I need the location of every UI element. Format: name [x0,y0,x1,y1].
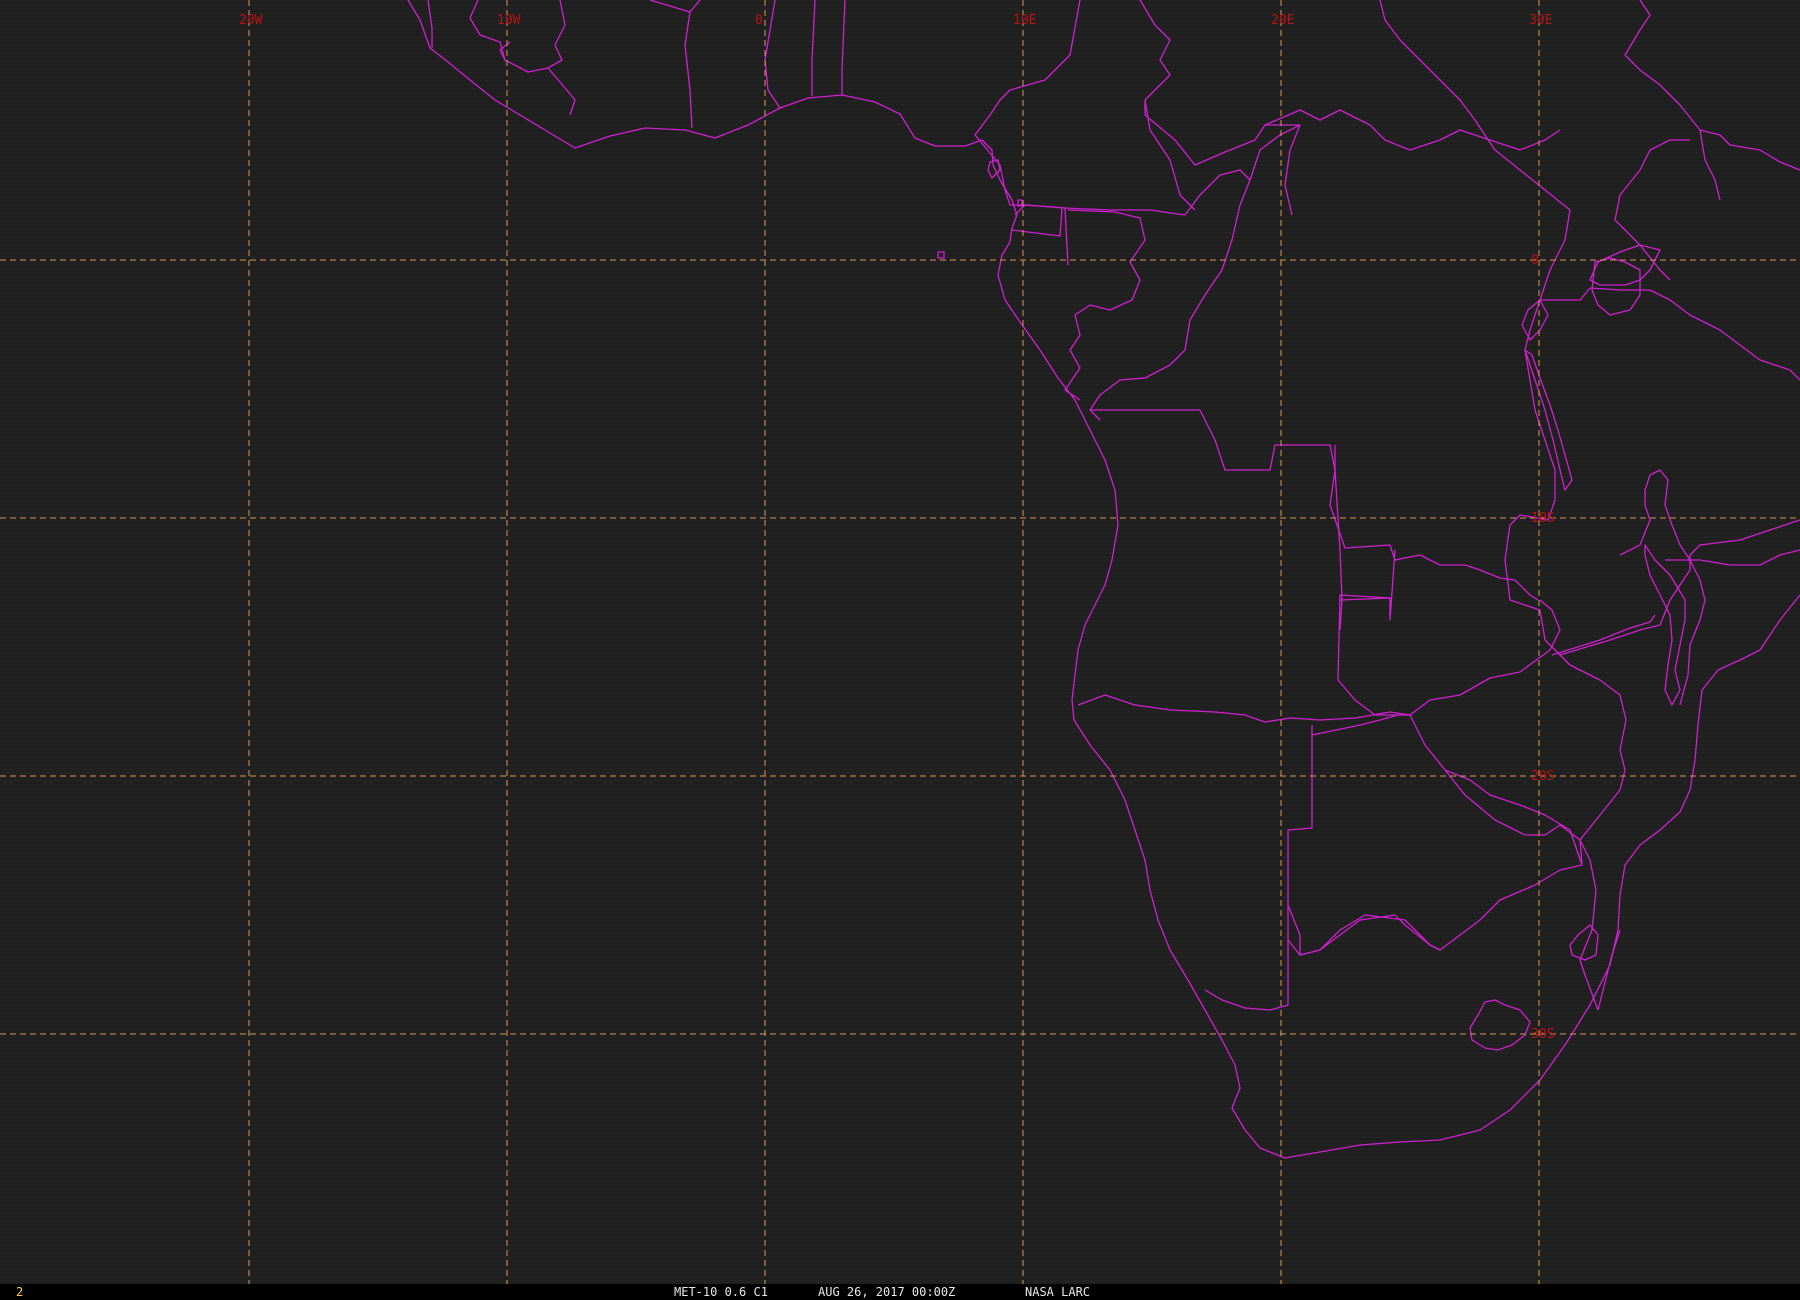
frame-number[interactable]: 2 [16,1285,23,1299]
meridian-label: 0 [755,13,763,28]
product-label: MET-10 0.6 C1 [674,1285,768,1299]
parallel-label: 30S [1531,1027,1554,1042]
parallel-label: 0 [1531,253,1539,268]
map-background [0,0,1800,1284]
meridian-label: 10E [1013,13,1036,28]
parallel-label: 10S [1531,511,1554,526]
timestamp-label: AUG 26, 2017 00:00Z [818,1285,956,1299]
status-bar: 2 MET-10 0.6 C1 AUG 26, 2017 00:00Z NASA… [0,1284,1800,1300]
meridian-label: 20W [239,13,263,28]
meridian-label: 10W [497,13,521,28]
satellite-map[interactable]: 20W 10W 0 10E 20E 30E 0 10S 20S 30S [0,0,1800,1284]
parallel-label: 20S [1531,769,1554,784]
satellite-viewer: 20W 10W 0 10E 20E 30E 0 10S 20S 30S 2 MET-10 0.6 … [0,0,1800,1300]
meridian-label: 20E [1271,13,1294,28]
meridian-label: 30E [1529,13,1552,28]
source-label: NASA LARC [1025,1285,1091,1299]
